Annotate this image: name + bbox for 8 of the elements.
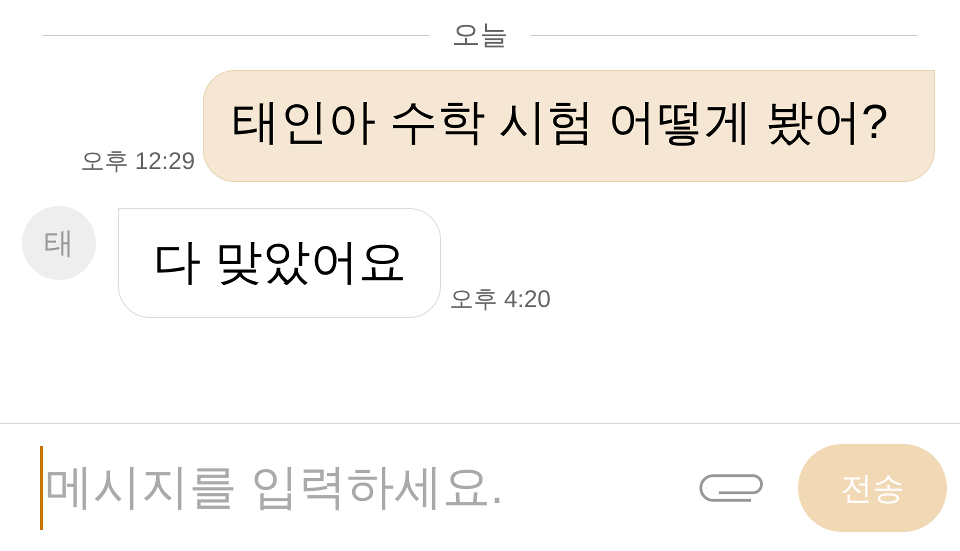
avatar[interactable]: 태 xyxy=(22,206,96,280)
message-time: 오후 4:20 xyxy=(449,285,551,315)
received-message-bubble: 다 맞았어요 xyxy=(118,208,442,318)
send-button[interactable]: 전송 xyxy=(798,444,947,532)
message-time: 오후 12:29 xyxy=(80,147,195,177)
date-divider: 오늘 xyxy=(452,18,508,52)
message-input[interactable]: 메시지를 입력하세요. xyxy=(40,446,666,530)
sent-message-bubble: 태인아 수학 시험 어떻게 봤어? xyxy=(203,70,935,182)
